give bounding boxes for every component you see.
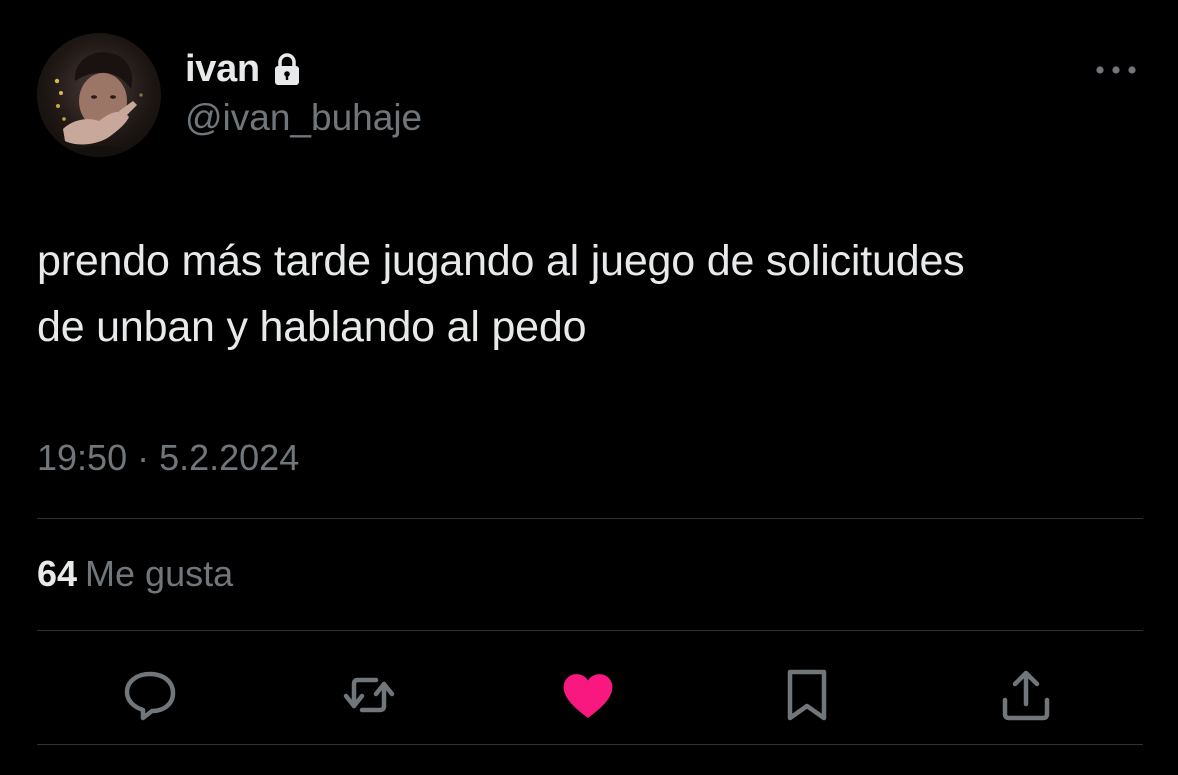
- divider: [37, 518, 1143, 519]
- heart-icon: [563, 674, 613, 718]
- more-options-icon[interactable]: [1094, 63, 1138, 77]
- avatar-photo: [54, 52, 143, 157]
- tweet-header: ivan @ivan_buhaje: [37, 33, 1142, 157]
- tweet-actions: [37, 660, 1143, 730]
- reply-button[interactable]: [115, 660, 185, 730]
- tweet-timestamp[interactable]: 19:50 · 5.2.2024: [37, 437, 299, 479]
- avatar[interactable]: [37, 33, 161, 157]
- likes-stat[interactable]: 64 Me gusta: [37, 553, 233, 595]
- tweet-text: prendo más tarde jugando al juego de sol…: [37, 228, 1137, 360]
- user-names: ivan @ivan_buhaje: [185, 47, 422, 139]
- retweet-button[interactable]: [334, 660, 404, 730]
- divider: [37, 744, 1143, 745]
- share-icon: [1002, 670, 1050, 721]
- like-button[interactable]: [553, 660, 623, 730]
- user-handle[interactable]: @ivan_buhaje: [185, 97, 422, 139]
- share-button[interactable]: [991, 660, 1061, 730]
- reply-icon: [124, 671, 176, 721]
- likes-label: Me gusta: [85, 553, 234, 594]
- bookmark-icon: [787, 669, 827, 721]
- tweet-text-line: de unban y hablando al pedo: [37, 303, 587, 351]
- display-name[interactable]: ivan: [185, 48, 260, 91]
- display-name-row: ivan: [185, 47, 422, 91]
- divider: [37, 630, 1143, 631]
- retweet-icon: [343, 677, 395, 713]
- bookmark-button[interactable]: [772, 660, 842, 730]
- lock-icon: [274, 53, 299, 85]
- likes-count: 64: [37, 553, 78, 594]
- tweet-text-line: prendo más tarde jugando al juego de sol…: [37, 237, 965, 285]
